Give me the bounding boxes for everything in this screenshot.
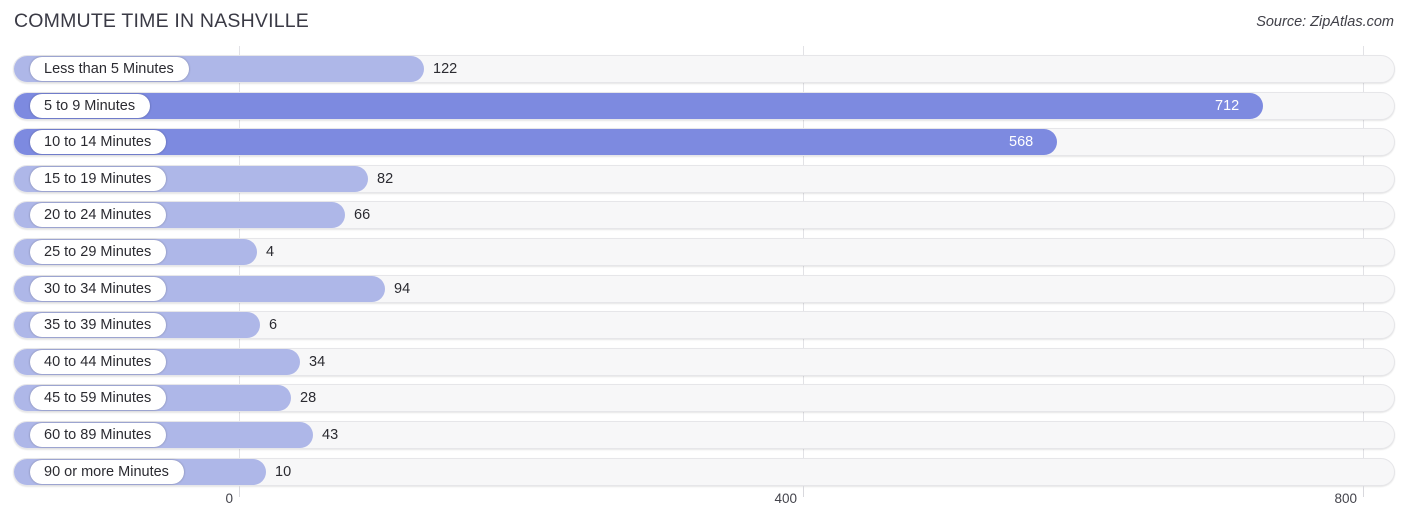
axis-tick-mark <box>239 486 240 497</box>
bar-category-label: 20 to 24 Minutes <box>30 203 167 228</box>
bar-value-label: 66 <box>354 207 371 224</box>
bar-category-label: 45 to 59 Minutes <box>30 386 167 411</box>
bar-value-label: 34 <box>309 353 326 370</box>
bar-value-label: 122 <box>433 61 458 77</box>
bar-row[interactable]: 45 to 59 Minutes 28 <box>13 384 1395 413</box>
axis-tick-mark <box>803 486 804 497</box>
axis-tick-mark <box>1363 486 1364 497</box>
bar-category-label: 5 to 9 Minutes <box>30 93 151 118</box>
bar-row[interactable]: 25 to 29 Minutes 4 <box>13 238 1395 266</box>
bar-value-label: 4 <box>266 244 275 260</box>
bar-row[interactable]: 30 to 34 Minutes 94 <box>13 274 1395 303</box>
bar-row[interactable]: 35 to 39 Minutes 6 <box>13 311 1395 340</box>
axis-tick-label: 400 <box>774 491 797 506</box>
bar-row[interactable]: 5 to 9 Minutes 712 <box>13 91 1395 120</box>
bar-category-label: 35 to 39 Minutes <box>30 313 167 338</box>
chart-root: COMMUTE TIME IN NASHVILLE Source: ZipAtl… <box>0 0 1406 523</box>
bar-category-label: 40 to 44 Minutes <box>30 349 167 374</box>
bar-row[interactable]: Less than 5 Minutes 122 <box>13 55 1395 83</box>
x-axis: 0 400 800 <box>0 486 1406 523</box>
bar-value-label: 28 <box>300 390 317 407</box>
bar-fill[interactable] <box>14 92 1263 119</box>
axis-tick-label: 800 <box>1334 491 1357 506</box>
bar-category-label: 15 to 19 Minutes <box>30 166 167 191</box>
plot-area: Less than 5 Minutes 122 5 to 9 Minutes 712 1… <box>0 46 1406 486</box>
bar-value-label: 712 <box>1215 97 1240 114</box>
bar-row[interactable]: 15 to 19 Minutes 82 <box>13 164 1395 193</box>
page-title: COMMUTE TIME IN NASHVILLE <box>14 10 310 32</box>
bar-category-label: 90 or more Minutes <box>30 459 184 484</box>
bar-category-label: Less than 5 Minutes <box>30 57 189 81</box>
bar-category-label: 30 to 34 Minutes <box>30 276 167 301</box>
axis-tick-label: 0 <box>225 491 233 506</box>
bar-row[interactable]: 20 to 24 Minutes 66 <box>13 201 1395 230</box>
bar-value-label: 6 <box>269 317 278 334</box>
bar-row[interactable]: 90 or more Minutes 10 <box>13 457 1395 486</box>
bar-fill[interactable] <box>14 129 1057 156</box>
bar-row[interactable]: 60 to 89 Minutes 43 <box>13 421 1395 449</box>
bar-value-label: 94 <box>394 280 411 297</box>
bar-value-label: 82 <box>377 170 394 187</box>
bar-category-label: 10 to 14 Minutes <box>30 130 167 155</box>
bar-category-label: 60 to 89 Minutes <box>30 423 167 447</box>
bar-value-label: 568 <box>1009 134 1034 151</box>
bar-value-label: 43 <box>322 427 339 443</box>
bar-category-label: 25 to 29 Minutes <box>30 240 167 264</box>
bar-row[interactable]: 40 to 44 Minutes 34 <box>13 347 1395 376</box>
bar-row[interactable]: 10 to 14 Minutes 568 <box>13 128 1395 157</box>
bar-value-label: 10 <box>275 463 292 480</box>
source-attribution: Source: ZipAtlas.com <box>1256 14 1394 30</box>
